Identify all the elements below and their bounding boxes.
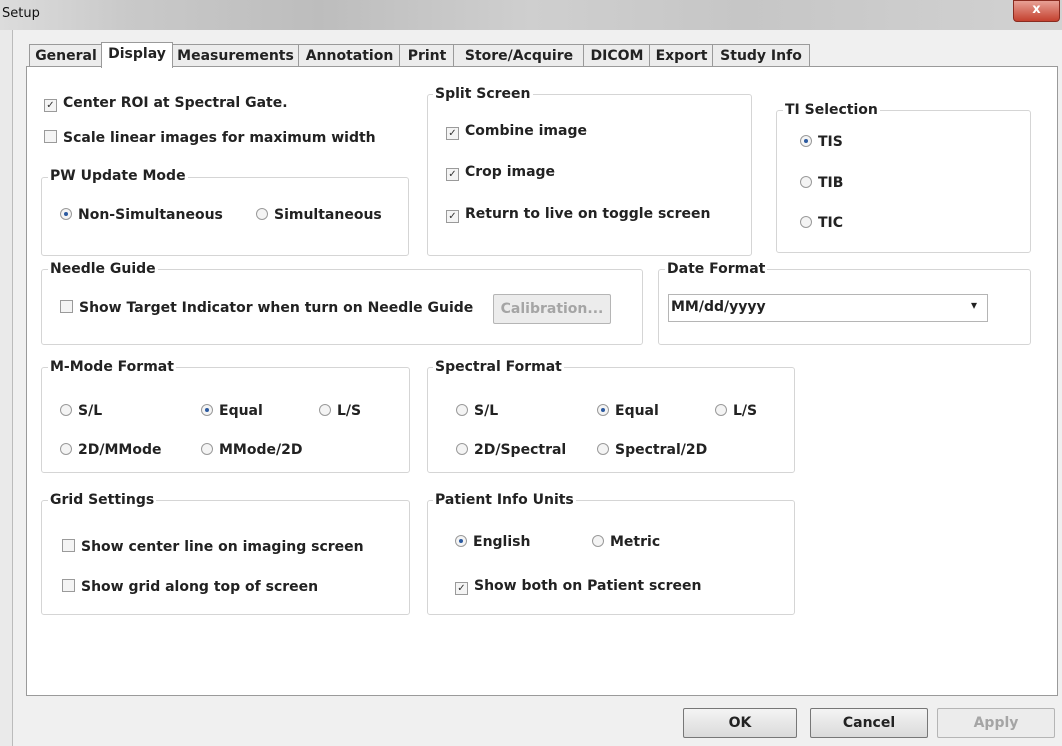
scale-linear-checkbox[interactable]: Scale linear images for maximum width <box>44 130 376 146</box>
chevron-down-icon[interactable]: ▾ <box>971 298 977 312</box>
calibration-button[interactable]: Calibration... <box>493 294 611 324</box>
tab-general[interactable]: General <box>29 44 103 67</box>
pw-update-mode-title: PW Update Mode <box>48 168 188 184</box>
ok-button[interactable]: OK <box>683 708 797 738</box>
return-live-checkbox[interactable]: ✓ Return to live on toggle screen <box>446 206 710 223</box>
tab-dicom[interactable]: DICOM <box>583 44 651 67</box>
radio-mmode-ls[interactable]: L/S <box>319 403 361 419</box>
patient-info-units-title: Patient Info Units <box>433 492 576 508</box>
show-both-checkbox[interactable]: ✓ Show both on Patient screen <box>455 578 701 595</box>
tab-display[interactable]: Display <box>101 42 173 68</box>
tab-measurements[interactable]: Measurements <box>171 44 300 67</box>
apply-button[interactable]: Apply <box>937 708 1055 738</box>
radio-tib[interactable]: TIB <box>800 175 843 191</box>
radio-metric[interactable]: Metric <box>592 534 660 550</box>
tab-export[interactable]: Export <box>649 44 714 67</box>
close-button[interactable]: x <box>1013 0 1060 22</box>
tab-store-acquire[interactable]: Store/Acquire <box>453 44 585 67</box>
radio-non-simultaneous[interactable]: Non-Simultaneous <box>60 207 223 223</box>
radio-spectral-equal[interactable]: Equal <box>597 403 659 419</box>
radio-mmode-equal[interactable]: Equal <box>201 403 263 419</box>
cancel-button[interactable]: Cancel <box>810 708 928 738</box>
radio-mmode-sl[interactable]: S/L <box>60 403 102 419</box>
needle-guide-title: Needle Guide <box>48 261 158 277</box>
window-title: Setup <box>2 6 40 21</box>
radio-english[interactable]: English <box>455 534 530 550</box>
radio-spectral-sl[interactable]: S/L <box>456 403 498 419</box>
center-roi-checkbox[interactable]: ✓ Center ROI at Spectral Gate. <box>44 95 288 112</box>
date-format-select[interactable]: MM/dd/yyyy ▾ <box>668 294 988 322</box>
tab-print[interactable]: Print <box>399 44 455 67</box>
m-mode-format-title: M-Mode Format <box>48 359 176 375</box>
date-format-value: MM/dd/yyyy <box>671 299 766 315</box>
spectral-format-title: Spectral Format <box>433 359 564 375</box>
crop-image-checkbox[interactable]: ✓ Crop image <box>446 164 555 181</box>
split-screen-title: Split Screen <box>433 86 533 102</box>
radio-2d-spectral[interactable]: 2D/Spectral <box>456 442 566 458</box>
checkbox-checked[interactable]: ✓ <box>44 99 57 112</box>
center-line-checkbox[interactable]: Show center line on imaging screen <box>62 539 364 555</box>
grid-settings-title: Grid Settings <box>48 492 157 508</box>
radio-tis[interactable]: TIS <box>800 134 843 150</box>
radio-spectral-ls[interactable]: L/S <box>715 403 757 419</box>
radio-spectral-2d[interactable]: Spectral/2D <box>597 442 707 458</box>
date-format-title: Date Format <box>665 261 768 277</box>
tab-annotation[interactable]: Annotation <box>298 44 401 67</box>
show-target-indicator-checkbox[interactable]: Show Target Indicator when turn on Needl… <box>60 300 473 316</box>
radio-tic[interactable]: TIC <box>800 215 843 231</box>
grid-top-checkbox[interactable]: Show grid along top of screen <box>62 579 318 595</box>
checkbox-unchecked[interactable] <box>44 130 57 143</box>
radio-mmode-2d[interactable]: MMode/2D <box>201 442 302 458</box>
radio-2d-mmode[interactable]: 2D/MMode <box>60 442 161 458</box>
title-bar: Setup x <box>0 0 1062 30</box>
combine-image-checkbox[interactable]: ✓ Combine image <box>446 123 587 140</box>
patient-info-units-group <box>427 500 795 615</box>
radio-simultaneous[interactable]: Simultaneous <box>256 207 382 223</box>
ti-selection-title: TI Selection <box>783 102 880 118</box>
tab-study-info[interactable]: Study Info <box>712 44 810 67</box>
grid-settings-group <box>41 500 410 615</box>
